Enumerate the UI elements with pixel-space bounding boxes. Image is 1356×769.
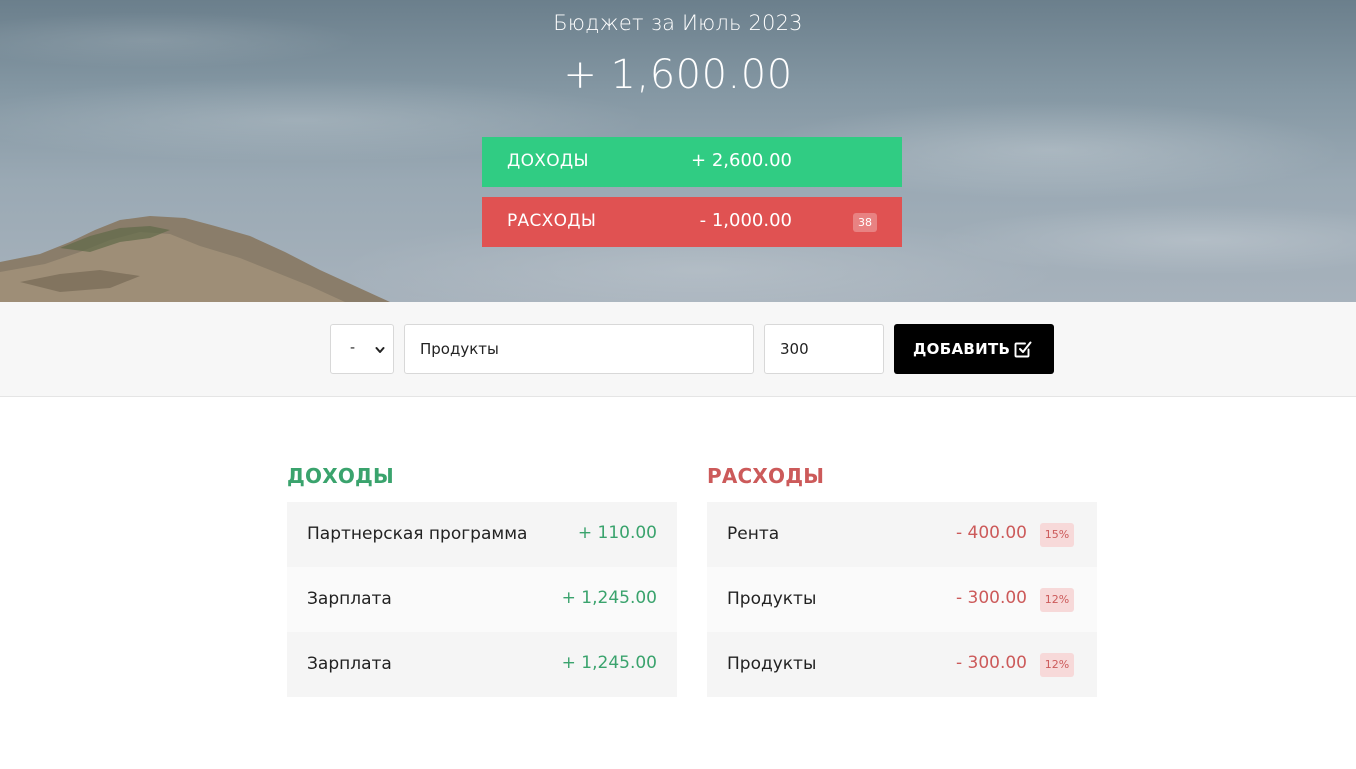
expense-row-percent-badge: 12% <box>1040 653 1074 677</box>
income-row-value: + 110.00 <box>577 523 657 543</box>
description-input[interactable] <box>404 324 754 374</box>
expense-row: Рента - 400.00 15% <box>707 502 1097 567</box>
income-summary: Доходы + 2,600.00 <box>482 137 902 187</box>
budget-summary: Бюджет за Июль 2023 + 1,600.00 Доходы + … <box>0 0 1356 302</box>
income-list: Доходы Партнерская программа + 110.00 За… <box>287 462 677 697</box>
expense-row: Продукты - 300.00 12% <box>707 567 1097 632</box>
budget-header: Бюджет за Июль 2023 + 1,600.00 Доходы + … <box>0 0 1356 302</box>
expense-list-title: Расходы <box>707 464 825 488</box>
income-row: Партнерская программа + 110.00 <box>287 502 677 567</box>
expense-row-description: Продукты <box>727 589 817 609</box>
expense-row-value: - 300.00 <box>955 588 1027 608</box>
add-button[interactable]: Добавить <box>894 324 1054 374</box>
type-select[interactable]: - <box>330 324 394 374</box>
expense-row-value: - 400.00 <box>955 523 1027 543</box>
expense-summary: Расходы - 1,000.00 38 <box>482 197 902 247</box>
type-select-value: - <box>350 340 356 356</box>
income-row: Зарплата + 1,245.00 <box>287 632 677 697</box>
income-summary-label: Доходы <box>507 151 589 171</box>
expense-row-description: Продукты <box>727 654 817 674</box>
income-row-description: Зарплата <box>307 654 392 674</box>
expense-row-percent-badge: 15% <box>1040 523 1074 547</box>
checkbox-check-icon <box>1014 341 1032 358</box>
add-button-label: Добавить <box>913 340 1011 358</box>
expense-list: Расходы Рента - 400.00 15% Продукты - 30… <box>707 462 1097 697</box>
income-row-value: + 1,245.00 <box>561 653 657 673</box>
income-row-description: Партнерская программа <box>307 524 528 544</box>
income-list-title: Доходы <box>287 464 394 488</box>
chevron-down-icon <box>375 347 385 353</box>
expense-summary-value: - 1,000.00 <box>699 210 792 231</box>
income-row-description: Зарплата <box>307 589 392 609</box>
expense-row-value: - 300.00 <box>955 653 1027 673</box>
expense-row-percent-badge: 12% <box>1040 588 1074 612</box>
budget-title: Бюджет за Июль 2023 <box>553 11 803 35</box>
expense-row-description: Рента <box>727 524 780 544</box>
income-summary-value: + 2,600.00 <box>691 150 792 171</box>
income-row: Зарплата + 1,245.00 <box>287 567 677 632</box>
add-entry-form: - Добавить <box>0 302 1356 397</box>
expense-percent-badge: 38 <box>853 213 877 232</box>
income-row-value: + 1,245.00 <box>561 588 657 608</box>
expense-summary-label: Расходы <box>507 211 597 231</box>
expense-row: Продукты - 300.00 12% <box>707 632 1097 697</box>
amount-input[interactable] <box>764 324 884 374</box>
budget-total: + 1,600.00 <box>563 52 793 98</box>
